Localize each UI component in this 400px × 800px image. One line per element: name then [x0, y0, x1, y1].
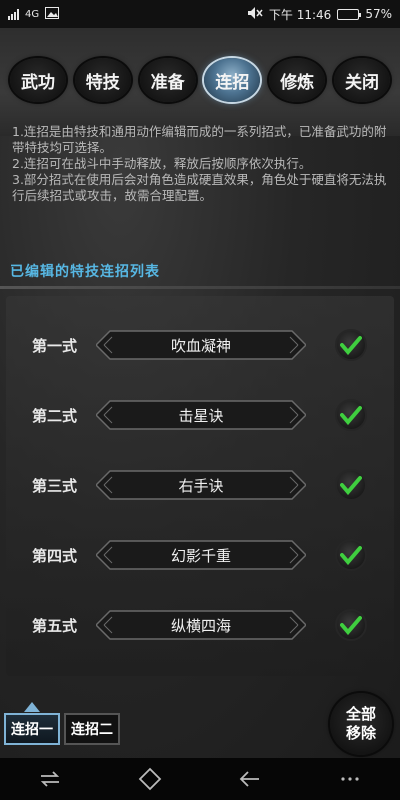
battery-percent: 57% — [365, 7, 392, 21]
combo-row-5: 第五式 纵横四海 — [0, 604, 400, 646]
back-button[interactable] — [230, 764, 270, 794]
home-button[interactable] — [130, 764, 170, 794]
tab-xiulian[interactable]: 修炼 — [269, 58, 326, 102]
remove-all-button[interactable]: 全部 移除 — [330, 693, 392, 755]
tab-label: 连招 — [215, 72, 250, 93]
combo-skill-slot[interactable]: 纵横四海 — [96, 608, 306, 642]
menu-icon — [341, 777, 359, 781]
tab-label: 武功 — [21, 72, 55, 93]
mute-icon — [247, 6, 263, 23]
combo-slot-label: 第五式 — [32, 616, 78, 635]
combo-skill-name: 幻影千重 — [170, 546, 231, 565]
combo-slot-label: 第二式 — [32, 406, 78, 425]
combo-skill-name: 纵横四海 — [170, 616, 231, 635]
network-type: 4G — [25, 8, 40, 20]
close-button[interactable]: 关闭 — [333, 58, 390, 102]
combo-skill-name: 击星诀 — [178, 406, 224, 425]
tab-label: 修炼 — [280, 72, 315, 93]
check-icon — [340, 616, 362, 635]
tab-wugong[interactable]: 武功 — [10, 58, 66, 102]
combo-set-tab-2[interactable]: 连招二 — [64, 713, 120, 745]
tab-label: 特技 — [85, 72, 120, 93]
divider — [0, 286, 400, 289]
battery-icon — [337, 8, 362, 20]
image-icon — [45, 6, 60, 22]
tab-zhunbei[interactable]: 准备 — [139, 58, 196, 102]
tab-label: 关闭 — [344, 72, 379, 93]
combo-skill-slot[interactable]: 吹血凝神 — [96, 328, 306, 362]
system-nav-bar — [0, 758, 400, 800]
tab-lianzhao[interactable]: 连招 — [204, 58, 261, 102]
description-line: 2.连招可在战斗中手动释放，释放后按顺序依次执行。 — [12, 156, 312, 171]
status-bar: 4G 下午 11:46 57% — [0, 0, 400, 28]
combo-toggle[interactable] — [335, 539, 367, 571]
tab-label: 准备 — [150, 72, 185, 93]
remove-all-label-2: 移除 — [345, 724, 376, 742]
combo-row-4: 第四式 幻影千重 — [0, 534, 400, 576]
check-icon — [340, 406, 362, 425]
combo-toggle[interactable] — [335, 469, 367, 501]
combo-skill-slot[interactable]: 右手诀 — [96, 468, 306, 502]
section-title: 已编辑的特技连招列表 — [10, 264, 160, 280]
clock: 下午 11:46 — [268, 7, 332, 22]
combo-slot-label: 第一式 — [32, 336, 78, 355]
combo-skill-name: 右手诀 — [178, 476, 224, 495]
check-icon — [340, 476, 362, 495]
combo-skill-slot[interactable]: 幻影千重 — [96, 538, 306, 572]
home-icon — [138, 767, 162, 791]
check-icon — [340, 336, 362, 355]
combo-row-2: 第二式 击星诀 — [0, 394, 400, 436]
menu-button[interactable] — [330, 764, 370, 794]
main-tabs: 武功 特技 准备 连招 修炼 关闭 — [10, 58, 390, 102]
combo-skill-slot[interactable]: 击星诀 — [96, 398, 306, 432]
combo-toggle[interactable] — [335, 609, 367, 641]
tab-teji[interactable]: 特技 — [74, 58, 131, 102]
combo-row-1: 第一式 吹血凝神 — [0, 324, 400, 366]
combo-set-tab-1[interactable]: 连招一 — [4, 713, 60, 745]
check-icon — [340, 546, 362, 565]
combo-screen: 武功 特技 准备 连招 修炼 关闭 1.连招是由特技和通用动作编辑而成的一系列招… — [0, 28, 400, 758]
recent-apps-button[interactable] — [30, 764, 70, 794]
combo-toggle[interactable] — [335, 329, 367, 361]
active-tab-marker-icon — [24, 702, 40, 712]
remove-all-label-1: 全部 — [345, 705, 376, 723]
signal-icon — [8, 8, 19, 20]
combo-row-3: 第三式 右手诀 — [0, 464, 400, 506]
combo-toggle[interactable] — [335, 399, 367, 431]
combo-skill-name: 吹血凝神 — [170, 336, 231, 355]
recent-apps-icon — [40, 771, 60, 787]
description-line: 3.部分招式在使用后会对角色造成硬直效果，角色处于硬直将无法执行后续招式或攻击，… — [12, 172, 387, 203]
back-icon — [239, 771, 259, 787]
description-line: 1.连招是由特技和通用动作编辑而成的一系列招式，已准备武功的附带特技均可选择。 — [12, 124, 387, 155]
combo-slot-label: 第四式 — [32, 546, 78, 565]
combo-slot-label: 第三式 — [32, 476, 78, 495]
description-text: 1.连招是由特技和通用动作编辑而成的一系列招式，已准备武功的附带特技均可选择。 … — [12, 124, 388, 204]
